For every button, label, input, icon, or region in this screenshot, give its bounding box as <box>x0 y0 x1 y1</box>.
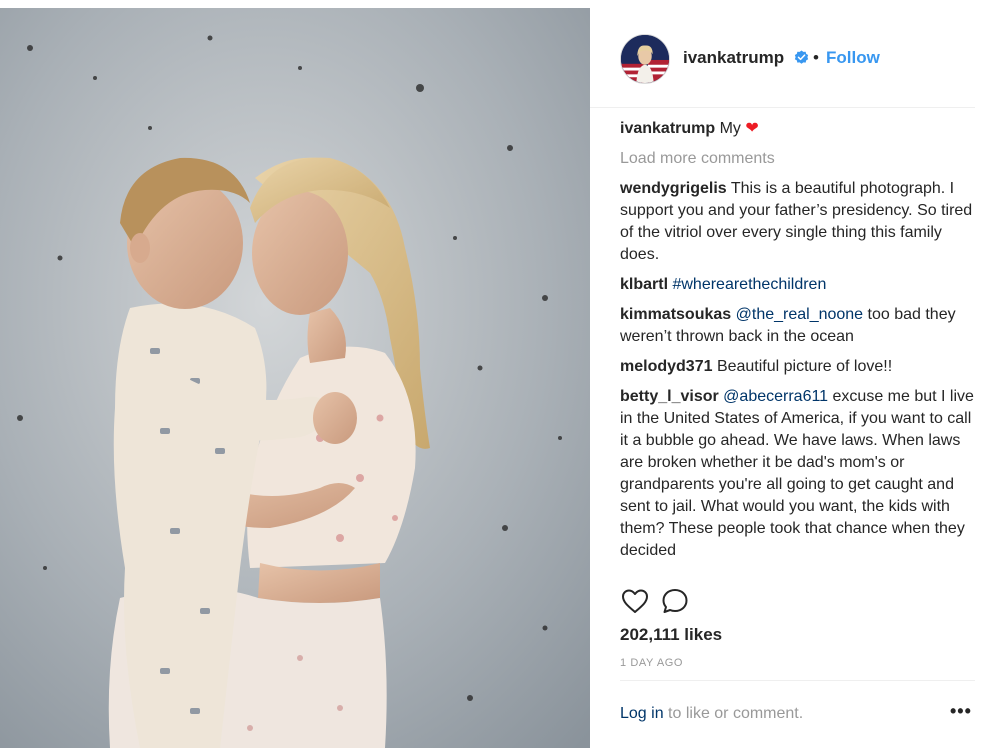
more-options-icon[interactable]: ••• <box>950 701 972 722</box>
likes-count[interactable]: 202,111 likes <box>620 625 722 645</box>
caption-text: My <box>719 120 741 137</box>
comment-hashtag[interactable]: #wherearethechildren <box>672 276 826 293</box>
photo-illustration <box>0 8 590 748</box>
verified-badge-icon <box>794 50 809 64</box>
login-link[interactable]: Log in <box>620 705 664 722</box>
comment-item: klbartl #wherearethechildren <box>620 274 975 296</box>
comment-mention[interactable]: @abecerra611 <box>723 388 828 405</box>
login-prompt-text: to like or comment. <box>663 705 804 722</box>
comment-text: Beautiful picture of love!! <box>716 358 893 375</box>
speech-bubble-icon[interactable] <box>660 586 690 616</box>
comment-item: wendygrigelis This is a beautiful photog… <box>620 178 975 266</box>
caption-username[interactable]: ivankatrump <box>620 120 715 137</box>
comment-text: excuse me but I live in the United State… <box>620 388 974 558</box>
comment-item: betty_l_visor @abecerra611 excuse me but… <box>620 386 975 558</box>
comment-item: melodyd371 Beautiful picture of love!! <box>620 356 975 378</box>
heart-emoji-icon: ❤ <box>745 120 759 137</box>
heart-outline-icon[interactable] <box>620 586 650 616</box>
header-separator: • <box>813 48 819 67</box>
post-side-panel: ivankatrump • Follow ivankatrump My ❤ Lo… <box>590 8 1000 748</box>
load-more-comments-button[interactable]: Load more comments <box>620 148 975 170</box>
login-prompt: Log in to like or comment. <box>620 705 803 723</box>
instagram-post: ivankatrump • Follow ivankatrump My ❤ Lo… <box>0 0 1000 750</box>
caption: ivankatrump My ❤ <box>620 118 975 140</box>
comment-username[interactable]: klbartl <box>620 276 668 293</box>
footer-divider <box>620 680 975 681</box>
comment-username[interactable]: kimmatsoukas <box>620 306 731 323</box>
post-actions <box>620 586 820 618</box>
comment-item: kimmatsoukas @the_real_noone too bad the… <box>620 304 975 348</box>
comment-username[interactable]: wendygrigelis <box>620 180 727 197</box>
avatar[interactable] <box>620 34 670 84</box>
comment-username[interactable]: melodyd371 <box>620 358 712 375</box>
header-username[interactable]: ivankatrump <box>683 48 784 68</box>
post-timestamp: 1 DAY AGO <box>620 657 684 669</box>
post-photo[interactable] <box>0 8 590 748</box>
comment-mention[interactable]: @the_real_noone <box>736 306 863 323</box>
avatar-image <box>621 35 669 83</box>
post-header: ivankatrump • Follow <box>590 8 975 108</box>
comment-username[interactable]: betty_l_visor <box>620 388 719 405</box>
follow-button[interactable]: Follow <box>826 48 880 68</box>
comments-list[interactable]: ivankatrump My ❤ Load more comments wend… <box>620 118 975 558</box>
